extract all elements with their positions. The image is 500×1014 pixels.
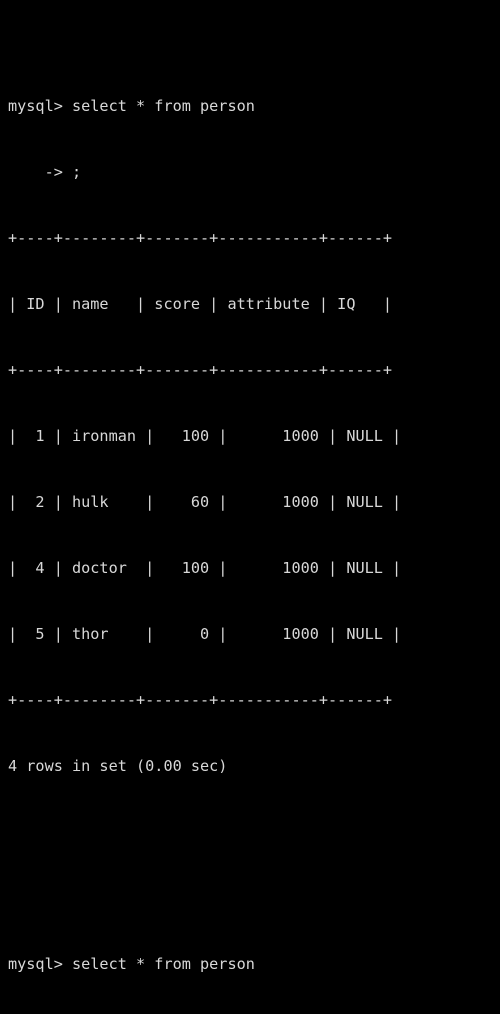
prompt-line: mysql> select * from person xyxy=(8,97,255,115)
table-row: | 1 | ironman | 100 | 1000 | NULL | xyxy=(8,427,402,445)
table-separator-top: +----+--------+-------+-----------+-----… xyxy=(8,229,393,247)
table-row: | 4 | doctor | 100 | 1000 | NULL | xyxy=(8,559,402,577)
table-row: | 5 | thor | 0 | 1000 | NULL | xyxy=(8,625,402,643)
continuation-line: -> ; xyxy=(8,163,82,181)
table-row: | 2 | hulk | 60 | 1000 | NULL | xyxy=(8,493,402,511)
table-separator-bottom: +----+--------+-------+-----------+-----… xyxy=(8,691,393,709)
mysql-terminal-output[interactable]: mysql> select * from person -> ; +----+-… xyxy=(0,0,500,973)
table-separator-header: +----+--------+-------+-----------+-----… xyxy=(8,361,393,379)
prompt-line: mysql> select * from person xyxy=(8,955,255,973)
table-header-row: | ID | name | score | attribute | IQ | xyxy=(8,295,393,313)
status-line: 4 rows in set (0.00 sec) xyxy=(8,757,228,775)
